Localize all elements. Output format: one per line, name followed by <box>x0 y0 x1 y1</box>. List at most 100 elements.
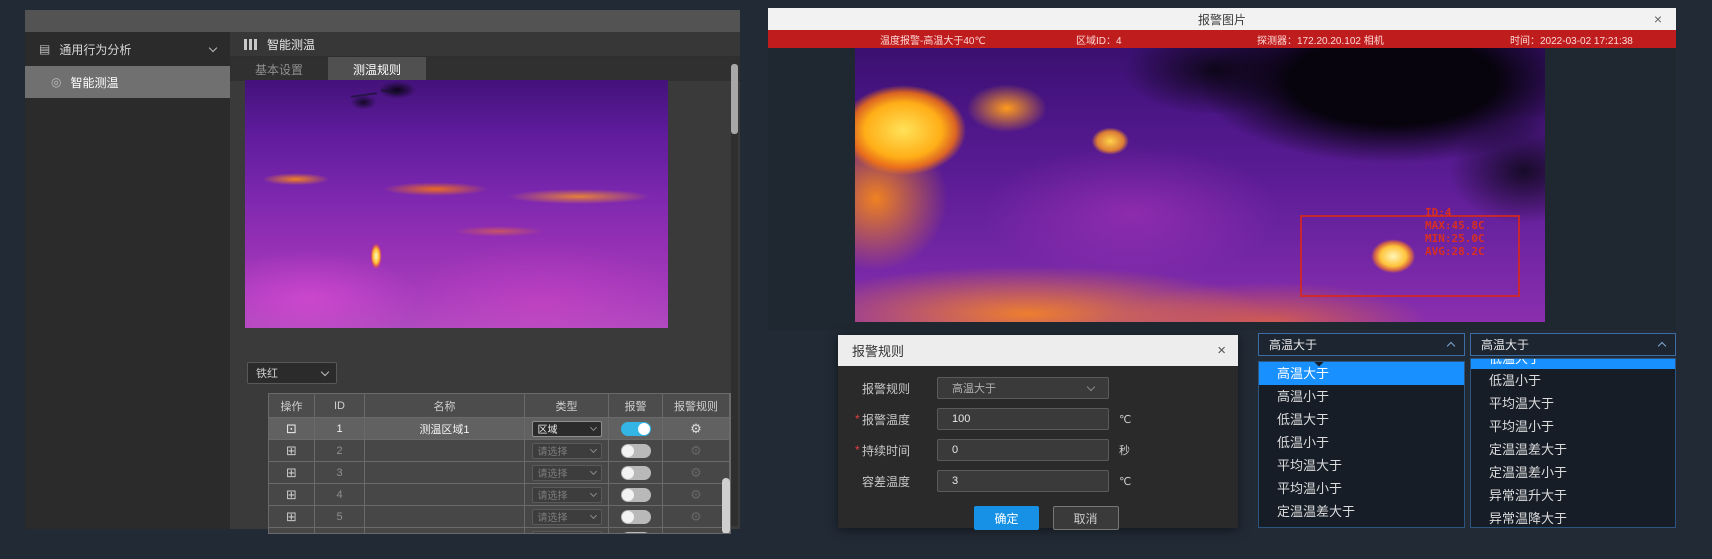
chevron-down-icon <box>589 445 596 452</box>
thermal-preview-image[interactable] <box>245 80 668 328</box>
option[interactable]: 平均温大于 <box>1471 392 1675 415</box>
cancel-button[interactable]: 取消 <box>1053 506 1119 530</box>
add-region-icon[interactable]: ⊞ <box>286 531 297 535</box>
close-icon[interactable]: × <box>1217 342 1226 359</box>
option[interactable]: 定温温差大于 <box>1471 438 1675 461</box>
table-row[interactable]: ⊞ 5 请选择 ⚙ <box>269 506 730 528</box>
gear-icon[interactable]: ⚙ <box>690 487 702 503</box>
chevron-up-icon <box>1447 342 1455 350</box>
content-scrollbar[interactable] <box>731 60 738 526</box>
alarm-detector: 探测器：172.20.20.102 相机 <box>1257 30 1384 48</box>
table-row[interactable]: ⊞ 2 请选择 ⚙ <box>269 440 730 462</box>
add-region-icon[interactable]: ⊞ <box>286 509 297 525</box>
alarm-thermal-image: ID:4 MAX:45.8C MIN:25.0C AVG:28.2C <box>855 48 1545 322</box>
option[interactable]: 低温大于 <box>1259 408 1464 431</box>
dialog-titlebar: 报警规则 × <box>838 335 1238 366</box>
table-row[interactable]: ⊞ 3 请选择 ⚙ <box>269 462 730 484</box>
add-region-icon[interactable]: ⊞ <box>286 487 297 503</box>
option[interactable]: 定温温差小于 <box>1259 523 1464 528</box>
option[interactable]: 平均温小于 <box>1471 415 1675 438</box>
rule-type-options-left: 高温大于 高温小于 低温大于 低温小于 平均温大于 平均温小于 定温温差大于 定… <box>1258 361 1465 528</box>
sidebar: ▤ 通用行为分析 ◎ 智能测温 <box>25 32 230 529</box>
sidebar-item-smart-thermometry[interactable]: ◎ 智能测温 <box>25 66 230 98</box>
chevron-down-icon <box>589 511 596 518</box>
option[interactable]: 高温大于 <box>1259 362 1464 385</box>
gear-icon[interactable]: ⚙ <box>690 465 702 481</box>
ok-button[interactable]: 确定 <box>974 506 1038 530</box>
option[interactable]: 平均温小于 <box>1259 477 1464 500</box>
alarm-toggle[interactable] <box>621 466 651 480</box>
option[interactable]: 平均温大于 <box>1259 454 1464 477</box>
scrollbar-thumb[interactable] <box>731 64 738 134</box>
gear-icon[interactable]: ⚙ <box>690 421 702 437</box>
tolerance-temp-input[interactable] <box>937 470 1109 492</box>
type-select[interactable]: 区域 <box>532 421 602 437</box>
alarm-toggle[interactable] <box>621 510 651 524</box>
required-asterisk: * <box>855 443 862 457</box>
sidebar-item-label: 智能测温 <box>70 74 216 91</box>
option[interactable]: 定温温差大于 <box>1259 500 1464 523</box>
type-select[interactable]: 请选择 <box>532 509 602 525</box>
alarm-temp-input[interactable] <box>937 408 1109 430</box>
alarm-toggle[interactable] <box>621 444 651 458</box>
rule-type-dropdown-right[interactable]: 高温大于 <box>1470 333 1676 356</box>
dialog-titlebar: 报警图片 × <box>768 8 1676 30</box>
dialog-title: 报警规则 <box>852 341 904 360</box>
option[interactable]: 低温小于 <box>1259 431 1464 454</box>
field-tolerance-temp: 容差温度 ℃ <box>855 470 1238 492</box>
option[interactable]: 低温小于 <box>1471 369 1675 392</box>
option[interactable]: 高温小于 <box>1259 385 1464 408</box>
rule-type-options-right: 低温大于 低温小于 平均温大于 平均温小于 定温温差大于 定温温差小于 异常温升… <box>1470 358 1676 528</box>
gear-icon[interactable]: ⚙ <box>690 443 702 459</box>
option[interactable]: 低温大于 <box>1471 359 1675 369</box>
chevron-down-icon <box>589 423 596 430</box>
chevron-down-icon <box>589 489 596 496</box>
alarm-toggle[interactable] <box>621 422 651 436</box>
chevron-up-icon <box>1658 342 1666 350</box>
alarm-region: 区域ID：4 <box>1076 30 1122 48</box>
type-select[interactable]: 请选择 <box>532 443 602 459</box>
delete-region-icon[interactable]: ⊡ <box>286 421 297 437</box>
tab-thermometry-rules[interactable]: 测温规则 <box>328 57 426 81</box>
type-select[interactable] <box>532 531 602 535</box>
table-row[interactable]: ⊡ 1 测温区域1 区域 ⚙ <box>269 418 730 440</box>
duration-input[interactable] <box>937 439 1109 461</box>
add-region-icon[interactable]: ⊞ <box>286 443 297 459</box>
palette-select[interactable]: 铁红 <box>247 362 337 384</box>
option[interactable]: 异常温升大于 <box>1471 484 1675 507</box>
add-region-icon[interactable]: ⊞ <box>286 465 297 481</box>
tab-basic-settings[interactable]: 基本设置 <box>230 57 328 81</box>
option[interactable]: 异常温降大于 <box>1471 507 1675 528</box>
spot-marker <box>347 87 407 105</box>
region-table: 操作 ID 名称 类型 报警 报警规则 ⊡ 1 测温区域1 区域 ⚙ ⊞ <box>268 393 731 534</box>
sidebar-item-label: 通用行为分析 <box>59 41 201 58</box>
field-alarm-temp: * 报警温度 ℃ <box>855 408 1238 430</box>
close-icon[interactable]: × <box>1654 8 1662 30</box>
page-title: 智能测温 <box>267 36 315 53</box>
option[interactable]: 定温温差小于 <box>1471 461 1675 484</box>
rule-type-dropdown-left[interactable]: 高温大于 <box>1258 333 1465 356</box>
type-select[interactable]: 请选择 <box>532 465 602 481</box>
table-scrollbar-thumb[interactable] <box>722 478 730 534</box>
required-asterisk: * <box>855 412 862 426</box>
target-icon: ◎ <box>51 75 61 89</box>
dialog-buttons: 确定 取消 <box>855 506 1238 530</box>
sidebar-item-behavior-analysis[interactable]: ▤ 通用行为分析 <box>25 32 230 66</box>
gear-icon[interactable]: ⚙ <box>690 509 702 525</box>
table-header-row: 操作 ID 名称 类型 报警 报警规则 <box>269 394 730 418</box>
alarm-rule-dialog: 报警规则 × 报警规则 高温大于 * 报警温度 ℃ * 持续时间 <box>838 335 1238 528</box>
alarm-toggle[interactable] <box>621 532 651 535</box>
alarm-alert-bar: 温度报警-高温大于40℃ 区域ID：4 探测器：172.20.20.102 相机… <box>768 30 1676 48</box>
chevron-down-icon <box>1087 382 1095 390</box>
bars-icon <box>244 39 257 50</box>
table-row-partial: ⊞ ⚙ <box>269 528 730 534</box>
rule-type-select[interactable]: 高温大于 <box>937 377 1109 399</box>
type-select[interactable]: 请选择 <box>532 487 602 503</box>
app-canvas: ▤ 通用行为分析 ◎ 智能测温 智能测温 基本设置 测温规则 铁红 <box>0 0 1712 559</box>
alarm-toggle[interactable] <box>621 488 651 502</box>
field-duration: * 持续时间 秒 <box>855 439 1238 461</box>
roi-readout: ID:4 MAX:45.8C MIN:25.0C AVG:28.2C <box>1425 206 1485 258</box>
alarm-image-dialog: 报警图片 × 温度报警-高温大于40℃ 区域ID：4 探测器：172.20.20… <box>768 8 1676 330</box>
table-row[interactable]: ⊞ 4 请选择 ⚙ <box>269 484 730 506</box>
gear-icon[interactable]: ⚙ <box>690 531 702 535</box>
